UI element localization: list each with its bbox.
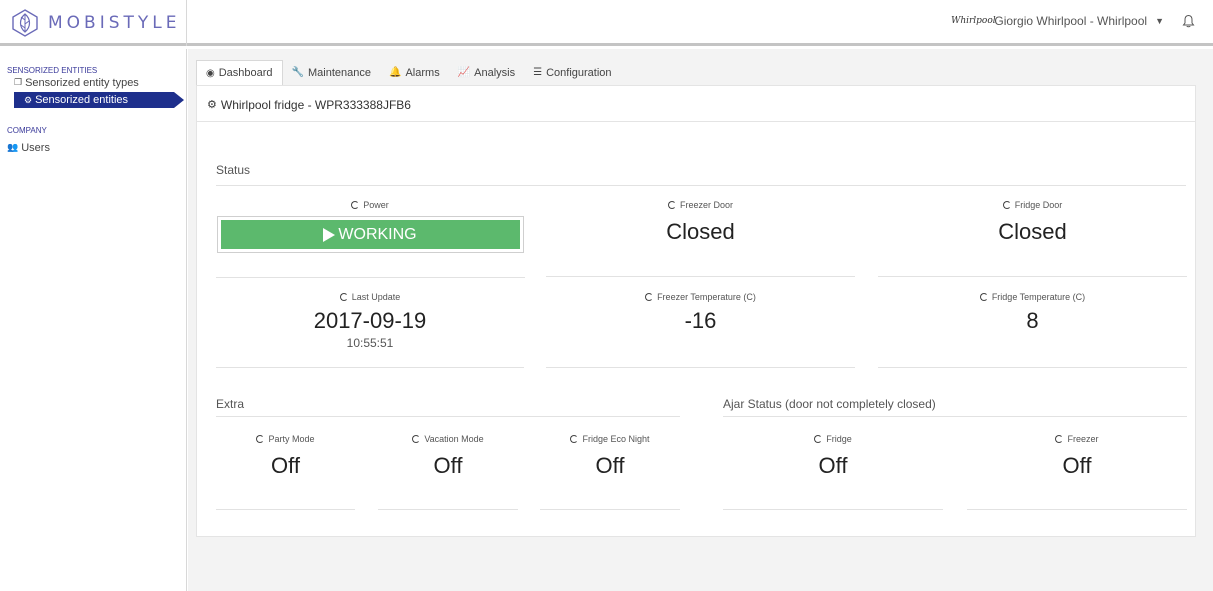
user-menu[interactable]: Whirlpool Giorgio Whirlpool - Whirlpool … xyxy=(951,12,1195,30)
freezer-temp-card: Freezer Temperature (C) -16 xyxy=(546,292,855,368)
divider xyxy=(723,416,1187,417)
tachometer-icon: ◉ xyxy=(206,67,215,79)
freezer-door-value: Closed xyxy=(666,219,735,244)
tab-alarms[interactable]: 🔔 Alarms xyxy=(380,60,449,85)
ajar-fridge-value: Off xyxy=(818,453,848,478)
users-icon: 👥 xyxy=(7,142,19,152)
vacation-mode-value: Off xyxy=(433,453,463,478)
spinner-icon xyxy=(667,201,676,209)
play-icon xyxy=(323,227,336,242)
notification-bell-icon[interactable] xyxy=(1182,14,1195,28)
tab-configuration[interactable]: ☰ Configuration xyxy=(524,60,620,85)
ajar-freezer-card: Freezer Off xyxy=(967,434,1187,510)
wrench-icon: 🔧 xyxy=(291,67,305,78)
power-status-value: WORKING xyxy=(338,225,417,243)
power-card: Power WORKING xyxy=(216,200,524,260)
spinner-icon xyxy=(351,201,360,209)
fridge-temp-label: Fridge Temperature (C) xyxy=(878,292,1187,302)
status-section-title: Status xyxy=(216,163,251,177)
vacation-mode-card: Vacation Mode Off xyxy=(378,434,518,510)
cog-icon: ⚙ xyxy=(207,99,217,111)
sidebar-item-label: Sensorized entity types xyxy=(25,76,139,89)
top-bar: MOBISTYLE Whirlpool Giorgio Whirlpool - … xyxy=(0,0,1213,46)
fridge-door-value: Closed xyxy=(998,219,1067,244)
sidebar-section-company: COMPANY xyxy=(7,126,47,135)
caret-down-icon[interactable]: ▼ xyxy=(1155,16,1164,26)
tab-label: Analysis xyxy=(474,66,516,79)
cogs-icon: ⚙ xyxy=(24,94,33,105)
last-update-time: 10:55:51 xyxy=(346,336,394,350)
tab-analysis[interactable]: 📈 Analysis xyxy=(449,60,524,85)
fridge-temp-card: Fridge Temperature (C) 8 xyxy=(878,292,1187,368)
fridge-eco-night-card: Fridge Eco Night Off xyxy=(540,434,680,510)
ajar-fridge-label: Fridge xyxy=(723,434,943,444)
divider xyxy=(216,185,1186,186)
fridge-eco-night-label: Fridge Eco Night xyxy=(540,434,680,444)
working-indicator: WORKING xyxy=(220,220,520,249)
sidebar-item-sensorized-entity-types[interactable]: ❐ Sensorized entity types xyxy=(0,75,186,90)
last-update-card: Last Update 2017-09-19 10:55:51 xyxy=(216,292,524,368)
sidebar-item-label: Sensorized entities xyxy=(35,94,129,106)
freezer-temp-label: Freezer Temperature (C) xyxy=(546,292,855,302)
fridge-eco-night-value: Off xyxy=(595,453,625,478)
ajar-section-title: Ajar Status (door not completely closed) xyxy=(723,397,936,411)
spinner-icon xyxy=(1055,435,1064,443)
logo-icon xyxy=(12,9,38,37)
spinner-icon xyxy=(570,435,579,443)
last-update-label: Last Update xyxy=(216,292,524,302)
ajar-freezer-value: Off xyxy=(1062,453,1092,478)
tab-label: Alarms xyxy=(405,66,440,79)
freezer-door-label: Freezer Door xyxy=(546,200,855,210)
tab-label: Configuration xyxy=(546,66,612,79)
spinner-icon xyxy=(645,293,654,301)
page-title: Whirlpool fridge - WPR333388JFB6 xyxy=(220,98,411,112)
spinner-icon xyxy=(814,435,823,443)
copy-icon: ❐ xyxy=(14,77,23,87)
tab-dashboard[interactable]: ◉ Dashboard xyxy=(196,60,283,85)
user-name[interactable]: Giorgio Whirlpool - Whirlpool xyxy=(994,14,1147,28)
tab-label: Maintenance xyxy=(308,66,372,79)
divider xyxy=(216,416,680,417)
tab-maintenance[interactable]: 🔧 Maintenance xyxy=(283,60,380,85)
spinner-icon xyxy=(412,435,421,443)
sidebar-item-label: Users xyxy=(21,141,50,154)
tab-bar: ◉ Dashboard 🔧 Maintenance 🔔 Alarms 📈 Ana… xyxy=(196,60,621,85)
spinner-icon xyxy=(339,293,348,301)
panel-header: ⚙ Whirlpool fridge - WPR333388JFB6 xyxy=(197,86,1195,122)
bell-icon: 🔔 xyxy=(389,67,402,78)
freezer-temp-value: -16 xyxy=(684,308,717,333)
sidebar-item-sensorized-entities[interactable]: ⚙ Sensorized entities xyxy=(14,92,184,108)
power-label: Power xyxy=(216,200,524,210)
extra-section-title: Extra xyxy=(216,397,245,411)
sliders-icon: ☰ xyxy=(533,67,543,78)
spinner-icon xyxy=(979,293,988,301)
area-chart-icon: 📈 xyxy=(457,67,471,78)
sidebar-item-users[interactable]: 👥 Users xyxy=(0,140,186,155)
brand-name: MOBISTYLE xyxy=(48,13,181,33)
spinner-icon xyxy=(256,435,265,443)
divider xyxy=(216,277,525,278)
sidebar-section-sensorized-entities: SENSORIZED ENTITIES xyxy=(7,66,98,75)
brand-logo[interactable]: MOBISTYLE xyxy=(0,0,187,46)
sidebar: SENSORIZED ENTITIES ❐ Sensorized entity … xyxy=(0,49,187,591)
tab-label: Dashboard xyxy=(218,67,273,79)
party-mode-card: Party Mode Off xyxy=(216,434,355,510)
avatar: Whirlpool xyxy=(951,16,996,26)
fridge-temp-value: 8 xyxy=(1026,308,1039,333)
last-update-date: 2017-09-19 xyxy=(313,308,427,333)
party-mode-value: Off xyxy=(271,453,300,478)
fridge-door-card: Fridge Door Closed xyxy=(878,200,1187,277)
ajar-freezer-label: Freezer xyxy=(967,434,1187,444)
spinner-icon xyxy=(1002,201,1011,209)
fridge-door-label: Fridge Door xyxy=(878,200,1187,210)
vacation-mode-label: Vacation Mode xyxy=(378,434,518,444)
party-mode-label: Party Mode xyxy=(216,434,355,444)
freezer-door-card: Freezer Door Closed xyxy=(546,200,855,277)
power-status-button[interactable]: WORKING xyxy=(216,216,524,253)
ajar-fridge-card: Fridge Off xyxy=(723,434,943,510)
